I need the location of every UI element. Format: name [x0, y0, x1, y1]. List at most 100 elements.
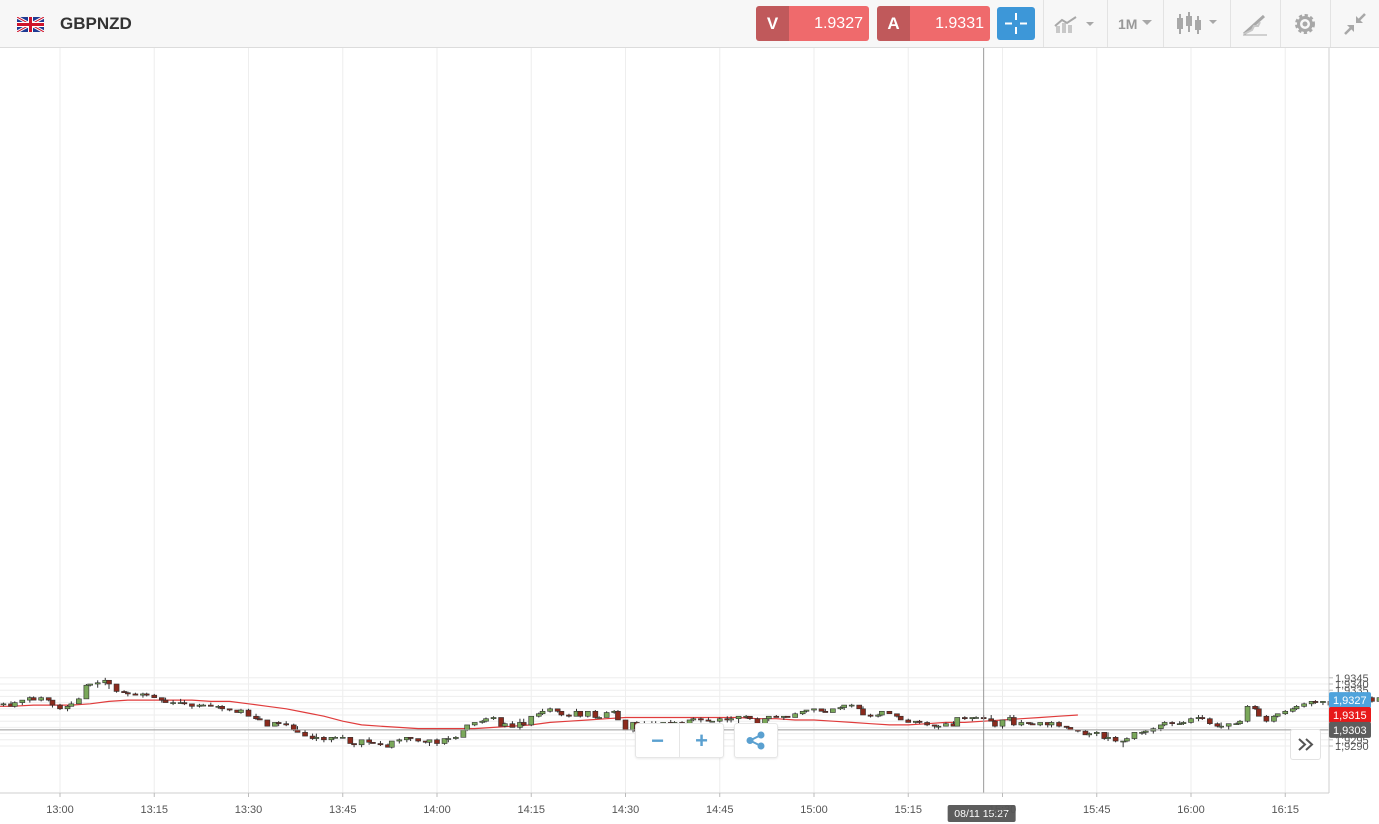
candle-body [988, 718, 994, 722]
scroll-to-end-button[interactable] [1290, 729, 1321, 760]
price-tag-label: 1,9327 [1333, 695, 1367, 707]
candle-body [208, 704, 214, 707]
collapse-button[interactable] [1330, 0, 1379, 47]
candle [1048, 721, 1055, 728]
candle-body [264, 719, 271, 727]
candle [321, 736, 327, 743]
candle-body [1093, 732, 1100, 734]
buy-label: A [877, 6, 910, 41]
candle-body [961, 717, 968, 720]
drawing-tools-button[interactable] [1230, 0, 1280, 47]
zoom-in-button[interactable]: + [680, 724, 723, 757]
sell-label: V [756, 6, 789, 41]
zoom-out-button[interactable]: − [636, 724, 680, 757]
candle-body [818, 708, 825, 712]
candle-body [94, 682, 101, 685]
candle-body [596, 717, 602, 719]
candle-body [1056, 722, 1062, 727]
candle [189, 703, 195, 709]
candle-body [520, 722, 527, 726]
candle-body [434, 739, 440, 744]
time-tick-label: 14:15 [517, 804, 545, 816]
candle-body [464, 724, 470, 731]
candle-body [162, 699, 169, 703]
candle-body [728, 718, 734, 721]
candle-body [1011, 717, 1017, 726]
candle-body [1301, 703, 1307, 707]
candle-body [792, 713, 798, 718]
gear-icon [1295, 14, 1315, 34]
candle-body [554, 708, 561, 712]
timeframe-selector[interactable]: 1M [1107, 0, 1163, 47]
candle-body [30, 697, 37, 701]
candle-body [407, 737, 414, 739]
candle-body [943, 723, 949, 727]
candle-body [867, 714, 874, 717]
share-button[interactable] [734, 723, 778, 758]
candle-body [49, 699, 56, 706]
candle-body [76, 698, 82, 705]
candle-body [445, 738, 452, 740]
candle [83, 684, 90, 700]
candle [38, 696, 44, 702]
candle-body [426, 739, 433, 743]
candle-style-selector[interactable] [1163, 0, 1230, 47]
candle [603, 711, 610, 718]
candle [905, 718, 912, 723]
candle-body [558, 710, 565, 716]
candle [1112, 736, 1119, 743]
candle-body [886, 710, 893, 715]
uk-flag-icon [17, 17, 44, 32]
candle [309, 733, 316, 740]
candle-body [954, 717, 961, 727]
candle-body [1293, 706, 1300, 710]
candle-body [113, 683, 120, 692]
time-tick-label: 13:45 [329, 804, 357, 816]
candle-body [539, 710, 546, 715]
chart-type-selector[interactable] [1043, 0, 1107, 47]
candle-body [1199, 717, 1206, 720]
settings-button[interactable] [1280, 0, 1330, 47]
candle [490, 716, 497, 720]
candle-body [87, 683, 93, 686]
sell-price: 1.9327 [789, 6, 869, 41]
candle-body [358, 739, 365, 746]
candle-body [106, 679, 112, 685]
candle-body [735, 715, 742, 720]
price-tick-label: 1,9345 [1335, 673, 1369, 685]
price-chart[interactable]: 08/11 15:27 1,92901,92951,93001,93051,93… [0, 48, 1379, 824]
candle [528, 715, 535, 727]
sell-button[interactable]: V 1.9327 [756, 6, 869, 41]
candle [332, 736, 339, 739]
candle-body [1158, 724, 1164, 729]
candle-body [916, 720, 923, 723]
candle-body [125, 692, 131, 695]
candle [94, 680, 101, 688]
candle-body [332, 737, 339, 739]
candle-body [290, 724, 297, 731]
candle [1169, 721, 1175, 727]
candle-body [765, 715, 772, 720]
candle-body [245, 709, 252, 717]
candle-body [460, 729, 467, 738]
candle [973, 716, 979, 719]
candle-body [1312, 701, 1319, 703]
candle-body [1252, 706, 1258, 710]
candle [264, 719, 271, 727]
candle-body [1237, 720, 1243, 724]
candle-body [453, 737, 459, 739]
candle [566, 713, 572, 718]
candle-body [45, 697, 52, 701]
timeframe-label: 1M [1118, 16, 1138, 32]
candle-body [1188, 718, 1194, 723]
crosshair-button[interactable] [997, 7, 1035, 40]
buy-button[interactable]: A 1.9331 [877, 6, 990, 41]
line-chart-icon [1054, 16, 1094, 33]
candle-body [1289, 708, 1296, 712]
candle [49, 699, 56, 708]
candle-body [64, 706, 71, 710]
crosshair-icon [1005, 13, 1027, 34]
time-tick-label: 13:15 [140, 804, 168, 816]
candle-body [1214, 723, 1221, 727]
candle [1056, 721, 1062, 728]
